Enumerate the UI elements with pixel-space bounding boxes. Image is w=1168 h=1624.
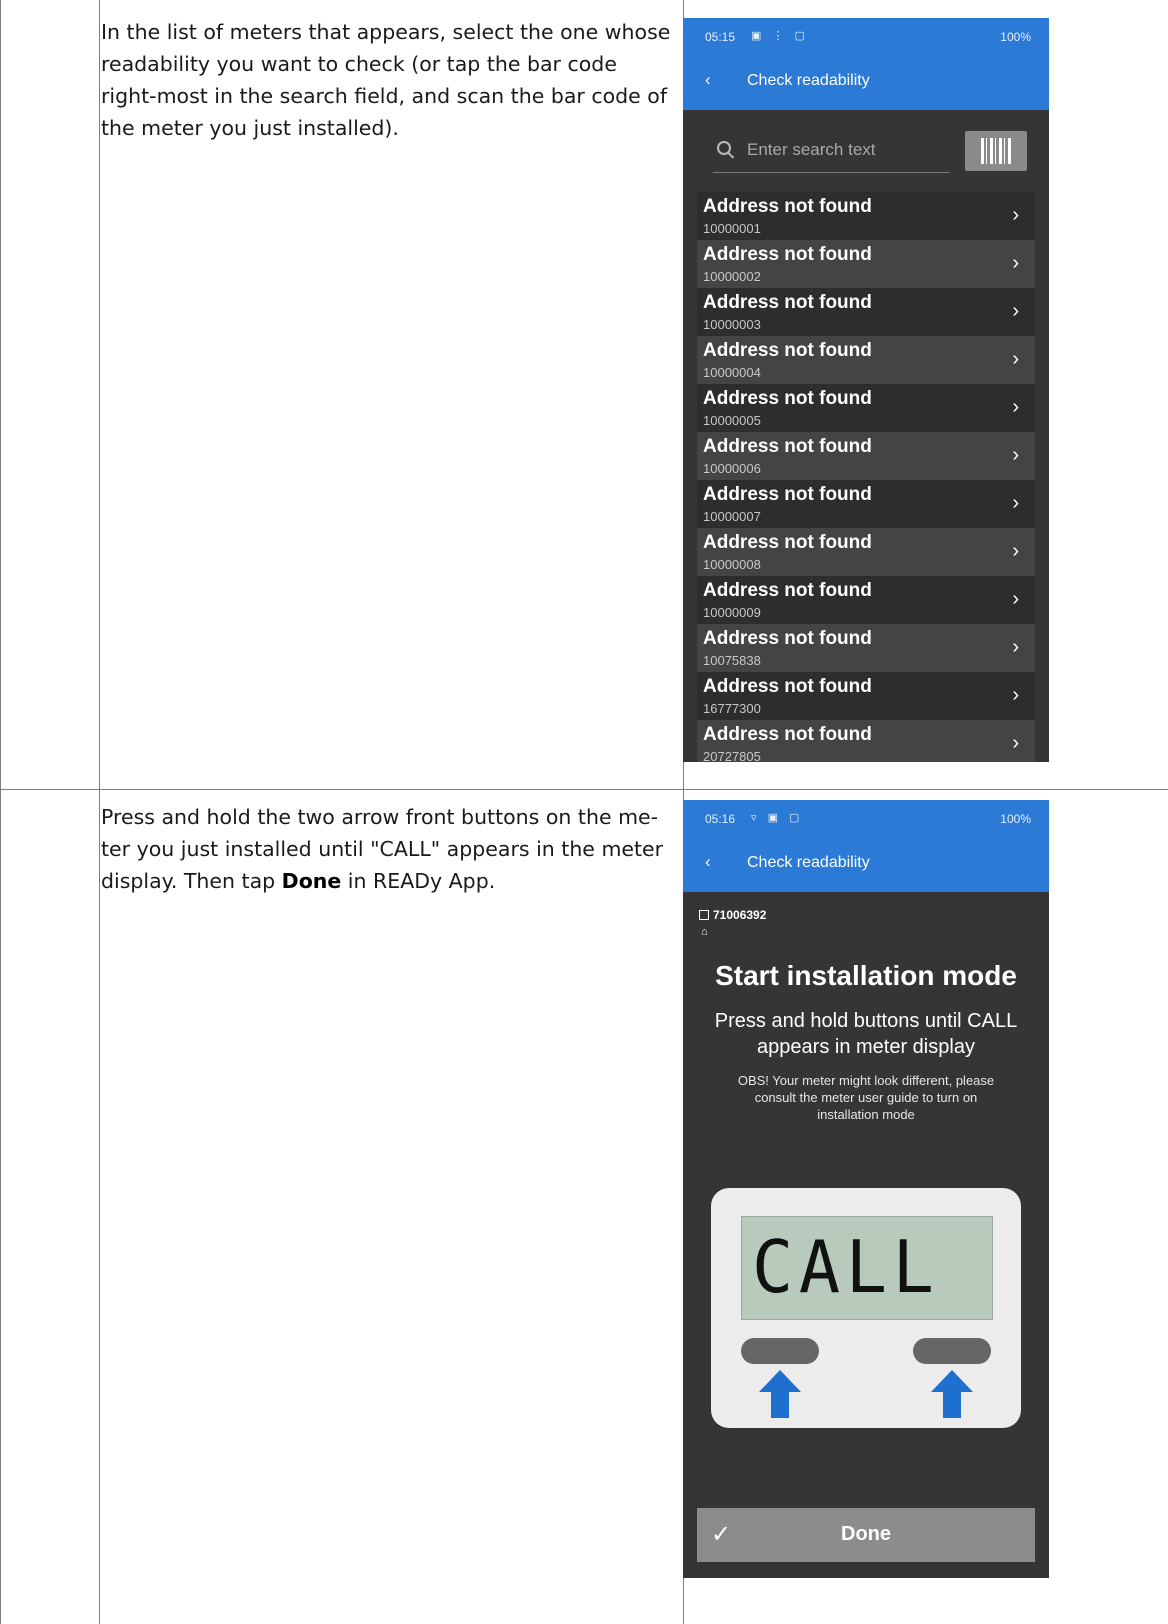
meter-number: 10000009: [703, 605, 761, 620]
chevron-right-icon: ›: [1012, 396, 1019, 418]
meter-address: Address not found: [703, 484, 872, 505]
meter-left-button: [741, 1338, 819, 1364]
search-icon: [717, 141, 731, 155]
barcode-scan-button[interactable]: [965, 131, 1027, 171]
search-underline: [713, 172, 950, 173]
meter-number: 10000002: [703, 269, 761, 284]
done-button-label: Done: [841, 1523, 891, 1545]
app-bar-title: Check readability: [747, 854, 870, 871]
home-icon: ⌂: [701, 926, 708, 938]
done-button[interactable]: ✓ Done: [697, 1508, 1035, 1562]
chevron-right-icon: ›: [1012, 636, 1019, 658]
meter-address: Address not found: [703, 196, 872, 217]
meter-number: 10075838: [703, 653, 761, 668]
meter-list-item[interactable]: Address not found 10000008 ›: [697, 528, 1035, 576]
meter-number: 20727805: [703, 749, 761, 762]
meter-address: Address not found: [703, 532, 872, 553]
install-heading: Start installation mode: [715, 960, 1017, 991]
up-arrow-icon: [759, 1370, 801, 1418]
meter-list-item[interactable]: Address not found 10075838 ›: [697, 624, 1035, 672]
meter-number: 10000006: [703, 461, 761, 476]
chevron-right-icon: ›: [1012, 348, 1019, 370]
install-subheading: Press and hold buttons until CALL appear…: [714, 1010, 1018, 1058]
meter-address: Address not found: [703, 580, 872, 601]
app-bar: ‹ Check readability: [683, 838, 1049, 892]
battery-level: 100%: [1000, 30, 1031, 44]
chevron-right-icon: ›: [1012, 540, 1019, 562]
meter-list: Address not found 10000001 › Address not fo…: [697, 192, 1035, 762]
phone-screenshot-install-mode: 05:16 ▿ ▣ ▢ 100% ‹ Check readability 710…: [683, 800, 1049, 1578]
meter-address: Address not found: [703, 292, 872, 313]
meter-list-item[interactable]: Address not found 10000005 ›: [697, 384, 1035, 432]
meter-address: Address not found: [703, 340, 872, 361]
meter-address: Address not found: [703, 388, 872, 409]
app-bar-title: Check readability: [747, 72, 870, 89]
battery-level: 100%: [1000, 812, 1031, 826]
notification-icons: ▿ ▣ ▢: [751, 812, 804, 824]
meter-number: 10000001: [703, 221, 761, 236]
chevron-right-icon: ›: [1012, 204, 1019, 226]
meter-address: Address not found: [703, 724, 872, 745]
status-time: 05:16: [705, 812, 736, 826]
meter-icon: [699, 910, 709, 920]
done-emphasis: Done: [281, 869, 342, 893]
meter-list-item[interactable]: Address not found 10000009 ›: [697, 576, 1035, 624]
status-bar: 05:16 ▿ ▣ ▢ 100%: [683, 800, 1049, 838]
install-note: OBS! Your meter might look different, pl…: [737, 1073, 995, 1122]
up-arrow-icon: [931, 1370, 973, 1418]
chevron-right-icon: ›: [1012, 300, 1019, 322]
barcode-icon: [981, 138, 1011, 164]
status-time: 05:15: [705, 30, 736, 44]
meter-list-item[interactable]: Address not found 10000003 ›: [697, 288, 1035, 336]
meter-right-button: [913, 1338, 991, 1364]
phone-screenshot-meter-list: 05:15 ▣ ⋮ ▢ 100% ‹ Check readability Ent…: [683, 18, 1049, 762]
meter-number: 10000003: [703, 317, 761, 332]
table-rule: [99, 0, 100, 1624]
meter-address: Address not found: [703, 676, 872, 697]
meter-list-item[interactable]: Address not found 10000002 ›: [697, 240, 1035, 288]
back-chevron-icon[interactable]: ‹: [705, 852, 711, 872]
meter-number: 10000005: [703, 413, 761, 428]
search-row: Enter search text: [683, 110, 1049, 192]
meter-list-item[interactable]: Address not found 10000007 ›: [697, 480, 1035, 528]
meter-list-item[interactable]: Address not found 20727805 ›: [697, 720, 1035, 762]
table-rule: [0, 789, 1168, 790]
step-1-instruction: In the list of meters that appears, sele…: [101, 20, 671, 140]
meter-address: Address not found: [703, 628, 872, 649]
install-mode-content: 71006392 ⌂ Start installation mode Press…: [683, 892, 1049, 1578]
meter-list-item[interactable]: Address not found 10000006 ›: [697, 432, 1035, 480]
chevron-right-icon: ›: [1012, 444, 1019, 466]
meter-list-item[interactable]: Address not found 16777300 ›: [697, 672, 1035, 720]
notification-icons: ▣ ⋮ ▢: [751, 30, 809, 42]
meter-number: 10000007: [703, 509, 761, 524]
table-rule: [0, 0, 1, 1624]
meter-id: 71006392: [699, 908, 766, 922]
search-input[interactable]: Enter search text: [747, 140, 876, 160]
status-bar: 05:15 ▣ ⋮ ▢ 100%: [683, 18, 1049, 56]
meter-address: Address not found: [703, 244, 872, 265]
step-2-instruction: Press and hold the two arrow front butto…: [101, 801, 676, 897]
back-chevron-icon[interactable]: ‹: [705, 70, 711, 90]
meter-list-item[interactable]: Address not found 10000004 ›: [697, 336, 1035, 384]
meter-display: CALL: [741, 1216, 993, 1320]
meter-display-text: CALL: [752, 1225, 940, 1309]
meter-illustration: CALL: [711, 1188, 1021, 1428]
step-2-text-end: in READy App.: [341, 869, 496, 893]
meter-number: 10000008: [703, 557, 761, 572]
chevron-right-icon: ›: [1012, 732, 1019, 754]
meter-list-item[interactable]: Address not found 10000001 ›: [697, 192, 1035, 240]
chevron-right-icon: ›: [1012, 492, 1019, 514]
meter-number: 16777300: [703, 701, 761, 716]
meter-id-value: 71006392: [713, 908, 767, 922]
meter-address: Address not found: [703, 436, 872, 457]
app-bar: ‹ Check readability: [683, 56, 1049, 110]
chevron-right-icon: ›: [1012, 684, 1019, 706]
chevron-right-icon: ›: [1012, 588, 1019, 610]
meter-number: 10000004: [703, 365, 761, 380]
chevron-right-icon: ›: [1012, 252, 1019, 274]
